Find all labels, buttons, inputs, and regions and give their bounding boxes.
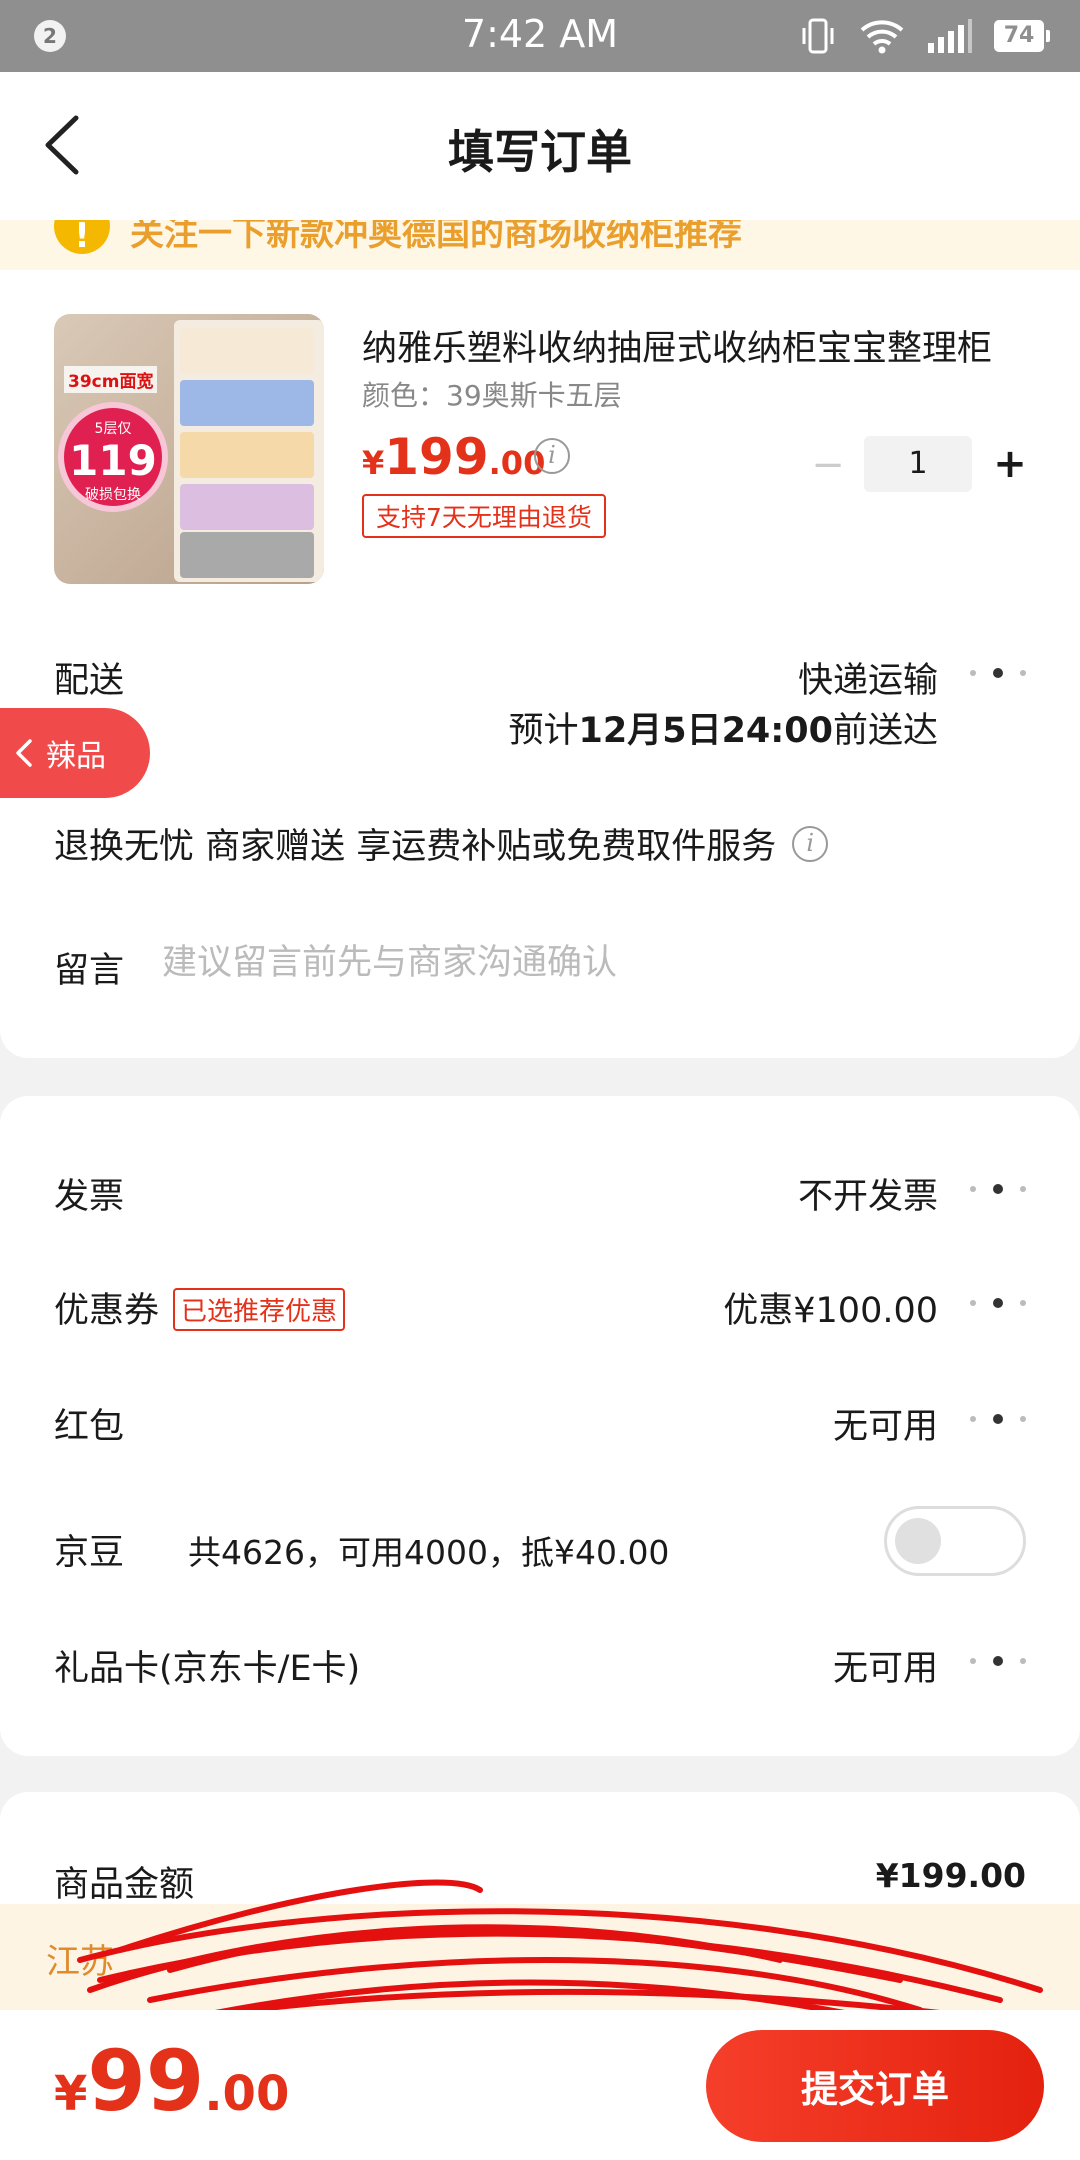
signal-icon [928, 19, 972, 53]
invoice-value[interactable]: 不开发票 [798, 1168, 938, 1219]
return-policy-badge: 支持7天无理由退货 [362, 494, 606, 538]
total-currency: ¥ [54, 2066, 88, 2122]
cabinet-illustration [174, 320, 324, 582]
drawer [180, 532, 314, 578]
invoice-more-icon[interactable] [970, 1174, 1026, 1204]
drawer [180, 380, 314, 426]
total-decimal: .00 [204, 2066, 290, 2122]
delivery-eta: 预计12月5日24:00前送达 [509, 702, 939, 753]
service-text: 退换无忧 商家赠送 享运费补贴或免费取件服务 [54, 827, 777, 867]
badge-top-text: 5层仅 [94, 421, 132, 437]
product-image-badge: 5层仅 119 破损包换 [58, 402, 168, 512]
message-input[interactable] [162, 930, 1022, 996]
price-info-button[interactable]: i [534, 438, 570, 474]
quantity-input[interactable]: 1 [864, 436, 972, 492]
page-title: 填写订单 [448, 125, 632, 179]
eta-suffix: 前送达 [832, 711, 938, 751]
gift-card-label: 礼品卡(京东卡/E卡) [54, 1649, 361, 1689]
product-image[interactable]: 39cm面宽 5层仅 119 破损包换 [54, 314, 324, 584]
price-currency: ¥ [362, 444, 385, 482]
quantity-increase-button[interactable]: + [988, 436, 1032, 492]
info-icon: i [534, 438, 570, 474]
jd-beans-detail: 共4626，可用4000，抵¥40.00 [188, 1533, 670, 1572]
delivery-method[interactable]: 快递运输 [798, 652, 938, 703]
drawer [180, 328, 314, 374]
submit-order-button[interactable]: 提交订单 [706, 2030, 1044, 2142]
wifi-icon [860, 20, 904, 54]
drawer [180, 432, 314, 478]
badge-price: 119 [69, 436, 157, 485]
delivery-more-icon[interactable] [970, 658, 1026, 688]
toggle-knob [895, 1518, 941, 1564]
total-price: ¥99.00 [54, 2032, 289, 2130]
order-item-card: 39cm面宽 5层仅 119 破损包换 纳雅乐塑料收纳抽屉式收纳柜宝宝整理柜 颜… [0, 270, 1080, 1058]
total-integer: 99 [87, 2032, 205, 2130]
badge-bottom-text: 破损包换 [85, 487, 141, 503]
price-integer: 199 [384, 428, 489, 486]
quantity-decrease-button[interactable]: − [808, 440, 848, 490]
nav-bar: 填写订单 [0, 72, 1080, 220]
invoice-label: 发票 [54, 1177, 125, 1217]
message-label: 留言 [54, 951, 125, 991]
checkout-bar: ¥99.00 提交订单 [0, 2010, 1080, 2160]
eta-prefix: 预计 [508, 711, 579, 751]
chevron-left-icon [16, 739, 32, 767]
floating-tab[interactable]: 辣品 [0, 708, 150, 798]
product-image-tag: 39cm面宽 [64, 366, 158, 393]
service-row[interactable]: 退换无忧 商家赠送 享运费补贴或免费取件服务 i [54, 818, 829, 869]
notice-banner[interactable]: ! 关注一下新款冲奥德国的商场收纳柜推荐 [0, 220, 1080, 270]
notice-icon: ! [54, 220, 110, 256]
payment-options-card: 发票 不开发票 优惠券 已选推荐优惠 优惠¥100.00 红包 无可用 京豆 共4… [0, 1096, 1080, 1756]
gift-card-more-icon[interactable] [970, 1646, 1026, 1676]
red-packet-value[interactable]: 无可用 [833, 1398, 938, 1449]
red-packet-more-icon[interactable] [970, 1404, 1026, 1434]
product-spec: 颜色：39奥斯卡五层 [362, 379, 622, 412]
status-icons: 74 [798, 16, 1050, 56]
coupon-label: 优惠券 [54, 1291, 160, 1331]
notice-text: 关注一下新款冲奥德国的商场收纳柜推荐 [130, 220, 742, 254]
drawer [180, 484, 314, 530]
floating-tab-label: 辣品 [46, 739, 106, 774]
product-price: ¥199.00 [362, 428, 545, 486]
coupon-value[interactable]: 优惠¥100.00 [723, 1282, 938, 1333]
vibrate-icon [802, 18, 834, 54]
eta-date: 12月5日24:00 [578, 711, 833, 751]
battery-icon: 74 [994, 20, 1050, 52]
gift-card-value[interactable]: 无可用 [833, 1640, 938, 1691]
coupon-row[interactable]: 优惠券 已选推荐优惠 [54, 1282, 346, 1334]
status-bar: 2 7:42 AM 74 [0, 0, 1080, 72]
info-icon[interactable]: i [792, 825, 829, 862]
product-title[interactable]: 纳雅乐塑料收纳抽屉式收纳柜宝宝整理柜 [362, 320, 1022, 371]
red-packet-label: 红包 [54, 1407, 125, 1447]
coupon-more-icon[interactable] [970, 1288, 1026, 1318]
jd-beans-label: 京豆 [54, 1533, 125, 1573]
jd-beans-toggle[interactable] [884, 1506, 1026, 1576]
delivery-label: 配送 [54, 661, 125, 701]
coupon-selected-tag: 已选推荐优惠 [173, 1287, 346, 1331]
